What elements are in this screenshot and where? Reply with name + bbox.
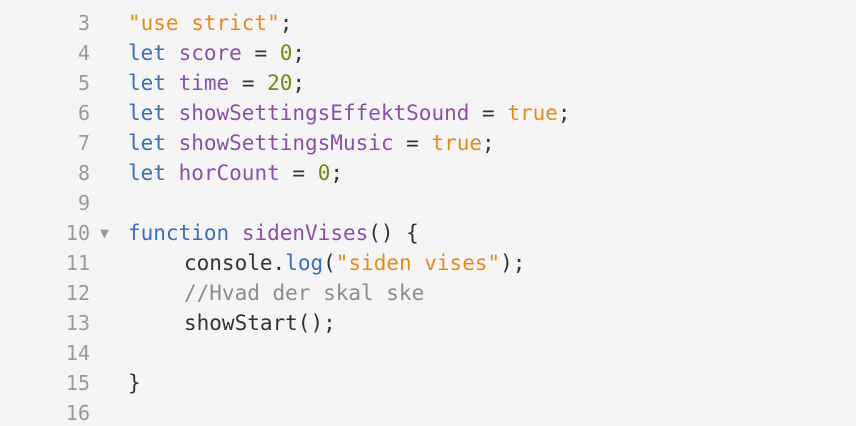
code-token: score xyxy=(178,41,242,65)
code-text[interactable]: let time = 20; xyxy=(128,68,305,98)
code-text[interactable]: function sidenVises() { xyxy=(128,218,419,248)
code-token: = xyxy=(241,41,280,65)
code-line[interactable]: 6 let showSettingsEffektSound = true; xyxy=(0,98,856,128)
code-token: () { xyxy=(368,221,419,245)
code-token: (); xyxy=(297,311,336,335)
code-line[interactable]: 11 console.log("siden vises"); xyxy=(0,248,856,278)
code-token: = xyxy=(469,101,508,125)
line-number: 6 xyxy=(77,101,90,125)
code-line[interactable]: 4 let score = 0; xyxy=(0,38,856,68)
code-token: time xyxy=(178,71,230,95)
code-token: "siden vises" xyxy=(335,251,501,275)
code-line[interactable]: 16 xyxy=(0,398,856,426)
code-token: showSettingsEffektSound xyxy=(178,101,470,125)
code-token: } xyxy=(128,371,141,395)
code-token: ; xyxy=(292,41,306,65)
line-number: 13 xyxy=(65,311,90,335)
code-token: = xyxy=(229,71,268,95)
code-token: . xyxy=(272,251,286,275)
code-line[interactable]: 14 xyxy=(0,338,856,368)
line-number: 3 xyxy=(77,11,90,35)
line-number: 2 xyxy=(0,0,90,8)
code-lines[interactable]: 2 3 "use strict"; 4 let score = 0; 5 let time … xyxy=(0,0,856,426)
code-text[interactable]: let horCount = 0; xyxy=(128,158,343,188)
code-line[interactable]: 8 let horCount = 0; xyxy=(0,158,856,188)
code-line[interactable]: 2 xyxy=(0,0,856,8)
line-number: 4 xyxy=(77,41,90,65)
line-number: 10 xyxy=(65,221,90,245)
code-token: true xyxy=(507,101,558,125)
code-token: = xyxy=(393,131,432,155)
code-token: let xyxy=(128,101,166,125)
code-text[interactable]: "use strict"; xyxy=(128,8,292,38)
code-line[interactable]: 10 ▼ function sidenVises() { xyxy=(0,218,856,248)
code-text[interactable]: } xyxy=(128,368,141,398)
code-line[interactable]: 15} xyxy=(0,368,856,398)
code-token: let xyxy=(128,41,166,65)
line-number: 5 xyxy=(77,71,90,95)
line-number: 16 xyxy=(65,401,90,425)
code-token: "use strict" xyxy=(128,11,280,35)
code-token: ; xyxy=(482,131,495,155)
line-number: 9 xyxy=(77,191,90,215)
line-number: 12 xyxy=(65,281,90,305)
line-number: 7 xyxy=(77,131,90,155)
code-token: true xyxy=(431,131,483,155)
code-text[interactable]: showStart(); xyxy=(128,308,336,338)
line-number: 14 xyxy=(65,341,90,365)
code-token: ); xyxy=(500,251,526,275)
code-token: ; xyxy=(279,11,293,35)
code-token: 20 xyxy=(267,71,293,95)
code-editor[interactable]: 2 3 "use strict"; 4 let score = 0; 5 let time … xyxy=(0,0,856,426)
code-token: showSettingsMusic xyxy=(178,131,394,155)
code-line[interactable]: 13 showStart(); xyxy=(0,308,856,338)
fold-triangle-down-icon[interactable]: ▼ xyxy=(100,218,116,248)
line-number: 15 xyxy=(65,371,90,395)
code-token: let xyxy=(128,71,166,95)
code-text[interactable]: let score = 0; xyxy=(128,38,305,68)
line-number: 8 xyxy=(77,161,90,185)
code-text[interactable]: let showSettingsEffektSound = true; xyxy=(128,98,571,128)
code-token: sidenVises xyxy=(241,221,369,245)
code-text[interactable]: //Hvad der skal ske xyxy=(128,278,424,308)
code-line[interactable]: 3 "use strict"; xyxy=(0,8,856,38)
code-token: console xyxy=(184,251,273,275)
code-token: 0 xyxy=(317,161,331,185)
code-token: ; xyxy=(557,101,571,125)
code-token: let xyxy=(128,131,166,155)
code-token: log xyxy=(285,251,324,275)
code-line[interactable]: 5 let time = 20; xyxy=(0,68,856,98)
code-token: = xyxy=(279,161,318,185)
code-text[interactable]: console.log("siden vises"); xyxy=(128,248,525,278)
code-line[interactable]: 7 let showSettingsMusic = true; xyxy=(0,128,856,158)
code-token: horCount xyxy=(178,161,280,185)
code-token: showStart xyxy=(184,311,298,335)
code-token: ; xyxy=(330,161,343,185)
code-line[interactable]: 9 xyxy=(0,188,856,218)
code-token: ; xyxy=(292,71,306,95)
code-text[interactable]: let showSettingsMusic = true; xyxy=(128,128,495,158)
code-token: let xyxy=(128,161,166,185)
code-line[interactable]: 12 //Hvad der skal ske xyxy=(0,278,856,308)
code-token: //Hvad der skal ske xyxy=(184,281,425,305)
code-token: ( xyxy=(323,251,336,275)
code-token: function xyxy=(128,221,230,245)
line-number: 11 xyxy=(65,251,90,275)
code-token: 0 xyxy=(279,41,293,65)
